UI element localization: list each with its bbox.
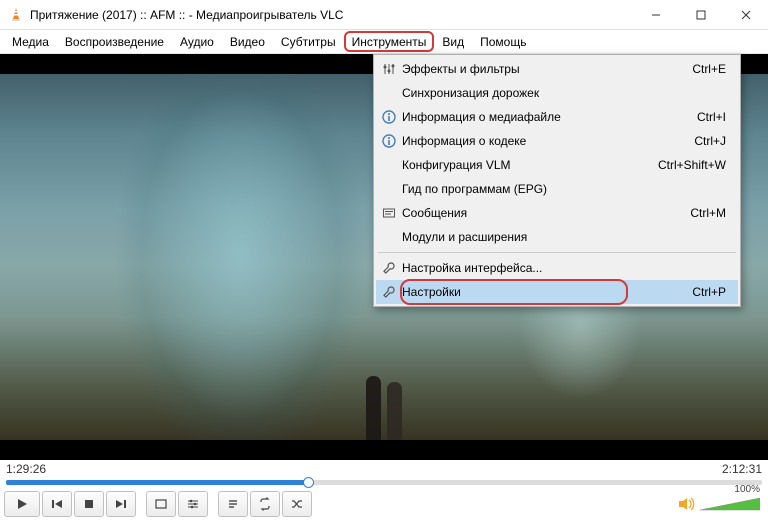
video-area[interactable]: Эффекты и фильтры Ctrl+E Синхронизация д… — [0, 54, 768, 460]
dd-label: Настройка интерфейса... — [402, 261, 726, 275]
maximize-button[interactable] — [678, 0, 723, 29]
dd-effects-filters[interactable]: Эффекты и фильтры Ctrl+E — [376, 57, 738, 81]
info-icon — [376, 110, 402, 124]
dd-label: Синхронизация дорожек — [402, 86, 726, 100]
dd-epg[interactable]: Гид по программам (EPG) — [376, 177, 738, 201]
loop-button[interactable] — [250, 491, 280, 517]
dd-customize-interface[interactable]: Настройка интерфейса... — [376, 256, 738, 280]
vlc-cone-icon — [8, 7, 24, 23]
dd-media-info[interactable]: Информация о медиафайле Ctrl+I — [376, 105, 738, 129]
menu-help[interactable]: Помощь — [472, 30, 534, 53]
dd-messages[interactable]: Сообщения Ctrl+M — [376, 201, 738, 225]
menu-playback[interactable]: Воспроизведение — [57, 30, 172, 53]
minimize-button[interactable] — [633, 0, 678, 29]
tools-dropdown: Эффекты и фильтры Ctrl+E Синхронизация д… — [373, 54, 741, 307]
dd-shortcut: Ctrl+I — [697, 110, 726, 124]
dd-vlm-config[interactable]: Конфигурация VLM Ctrl+Shift+W — [376, 153, 738, 177]
volume-icon[interactable] — [678, 496, 696, 512]
play-button[interactable] — [4, 491, 40, 517]
dd-label: Конфигурация VLM — [402, 158, 646, 172]
time-total[interactable]: 2:12:31 — [722, 462, 762, 476]
extended-settings-button[interactable] — [178, 491, 208, 517]
stop-button[interactable] — [74, 491, 104, 517]
title-bar: Притяжение (2017) :: AFM :: - Медиапроиг… — [0, 0, 768, 30]
dd-label: Информация о медиафайле — [402, 110, 685, 124]
menu-view[interactable]: Вид — [434, 30, 472, 53]
info-icon — [376, 134, 402, 148]
prev-button[interactable] — [42, 491, 72, 517]
dd-shortcut: Ctrl+M — [690, 206, 726, 220]
dd-track-sync[interactable]: Синхронизация дорожек — [376, 81, 738, 105]
playlist-button[interactable] — [218, 491, 248, 517]
next-button[interactable] — [106, 491, 136, 517]
volume-percent: 100% — [734, 484, 760, 495]
wrench-icon — [376, 285, 402, 299]
menu-video[interactable]: Видео — [222, 30, 273, 53]
video-figures — [364, 370, 404, 442]
dd-codec-info[interactable]: Информация о кодеке Ctrl+J — [376, 129, 738, 153]
playback-controls: 1:29:26 2:12:31 100% — [0, 460, 768, 522]
dd-separator — [378, 252, 736, 253]
window-title: Притяжение (2017) :: AFM :: - Медиапроиг… — [30, 8, 633, 22]
fullscreen-button[interactable] — [146, 491, 176, 517]
sliders-icon — [376, 62, 402, 76]
dd-label: Информация о кодеке — [402, 134, 682, 148]
seek-bar[interactable] — [6, 476, 762, 488]
seek-progress — [6, 480, 308, 485]
dd-plugins[interactable]: Модули и расширения — [376, 225, 738, 249]
menu-media[interactable]: Медиа — [4, 30, 57, 53]
dd-preferences[interactable]: Настройки Ctrl+P — [376, 280, 738, 304]
letterbox — [0, 440, 768, 460]
dd-label: Настройки — [402, 285, 680, 299]
dd-label: Модули и расширения — [402, 230, 726, 244]
wrench-icon — [376, 261, 402, 275]
close-button[interactable] — [723, 0, 768, 29]
dd-shortcut: Ctrl+Shift+W — [658, 158, 726, 172]
menu-bar: Медиа Воспроизведение Аудио Видео Субтит… — [0, 30, 768, 54]
menu-audio[interactable]: Аудио — [172, 30, 222, 53]
seek-thumb[interactable] — [303, 477, 314, 488]
time-elapsed[interactable]: 1:29:26 — [6, 462, 46, 476]
dd-label: Эффекты и фильтры — [402, 62, 680, 76]
dd-shortcut: Ctrl+J — [694, 134, 726, 148]
messages-icon — [376, 206, 402, 220]
volume-slider[interactable]: 100% — [700, 497, 760, 511]
dd-shortcut: Ctrl+E — [692, 62, 726, 76]
dd-shortcut: Ctrl+P — [692, 285, 726, 299]
menu-subtitles[interactable]: Субтитры — [273, 30, 344, 53]
dd-label: Сообщения — [402, 206, 678, 220]
shuffle-button[interactable] — [282, 491, 312, 517]
window-buttons — [633, 0, 768, 29]
dd-label: Гид по программам (EPG) — [402, 182, 726, 196]
menu-tools[interactable]: Инструменты — [344, 31, 435, 52]
